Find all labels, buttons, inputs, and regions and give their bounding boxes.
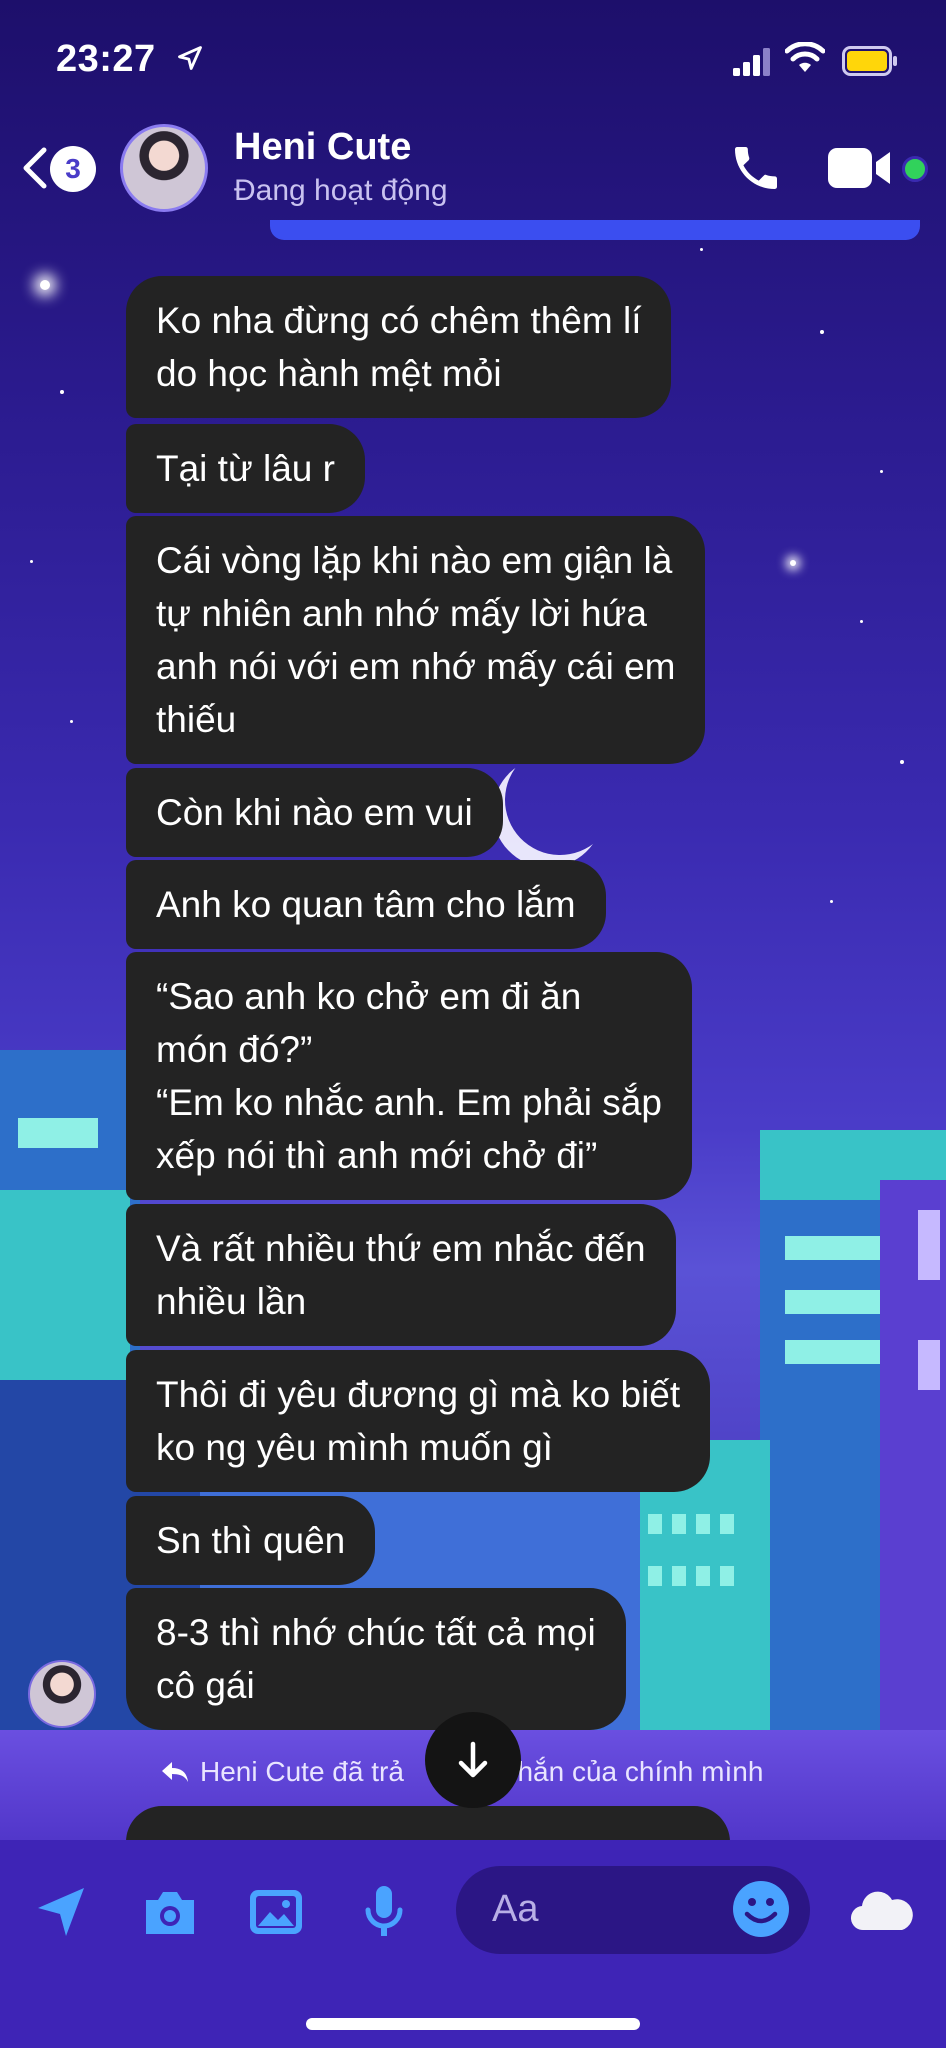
- unread-count-badge: 3: [50, 146, 96, 192]
- contact-avatar[interactable]: [120, 124, 208, 212]
- contact-name[interactable]: Heni Cute: [234, 126, 411, 169]
- scroll-to-bottom-button[interactable]: [425, 1712, 521, 1808]
- wifi-icon: [785, 42, 825, 72]
- home-indicator: [306, 2018, 640, 2030]
- message-bubble[interactable]: Cái vòng lặp khi nào em giận là tự nhiên…: [126, 516, 706, 764]
- gallery-icon[interactable]: [244, 1880, 308, 1944]
- microphone-icon[interactable]: [352, 1880, 416, 1944]
- message-bubble[interactable]: Tại từ lâu r: [126, 424, 365, 513]
- video-icon[interactable]: [828, 146, 894, 190]
- back-button[interactable]: 3: [20, 140, 100, 192]
- message-bubble[interactable]: 8-3 thì nhớ chúc tất cả mọi cô gái: [126, 1588, 626, 1730]
- send-location-icon[interactable]: [30, 1880, 94, 1944]
- back-chevron-icon: [23, 147, 47, 189]
- online-indicator: [902, 156, 928, 182]
- camera-icon[interactable]: [138, 1880, 202, 1944]
- message-bubble[interactable]: Và rất nhiều thứ em nhắc đến nhiều lần: [126, 1204, 676, 1346]
- message-bubble[interactable]: Thôi đi yêu đương gì mà ko biết ko ng yê…: [126, 1350, 711, 1492]
- message-bubble[interactable]: Còn khi nào em vui: [126, 768, 503, 857]
- status-bar: 23:27: [0, 0, 946, 120]
- emoji-icon[interactable]: [730, 1878, 792, 1940]
- reply-notice-text-right: nhắn của chính mình: [501, 1756, 764, 1787]
- message-composer: Aa: [0, 1840, 946, 2048]
- message-input-placeholder: Aa: [492, 1888, 539, 1930]
- reply-icon: [162, 1762, 188, 1782]
- sender-avatar[interactable]: [28, 1660, 96, 1728]
- message-bubble[interactable]: Ko nha đừng có chêm thêm lí do học hành …: [126, 276, 672, 418]
- weather-cloud-icon[interactable]: [846, 1880, 916, 1944]
- message-bubble[interactable]: Sn thì quên: [126, 1496, 376, 1585]
- location-arrow-icon: [178, 46, 202, 70]
- phone-icon[interactable]: [728, 140, 784, 196]
- message-input[interactable]: Aa: [456, 1866, 810, 1954]
- chat-header: 3 Heni Cute Đang hoạt động: [0, 120, 946, 240]
- reply-notice-text-left: Heni Cute đã trả: [200, 1756, 404, 1787]
- arrow-down-icon: [458, 1741, 488, 1778]
- battery-icon: [842, 46, 897, 76]
- message-bubble[interactable]: “Sao anh ko chở em đi ăn món đó?” “Em ko…: [126, 952, 692, 1200]
- signal-icon: [733, 48, 770, 76]
- message-bubble[interactable]: Anh ko quan tâm cho lắm: [126, 860, 606, 949]
- contact-status: Đang hoạt động: [234, 174, 448, 207]
- pinned-banner-edge: [270, 220, 920, 240]
- status-time: 23:27: [56, 38, 156, 80]
